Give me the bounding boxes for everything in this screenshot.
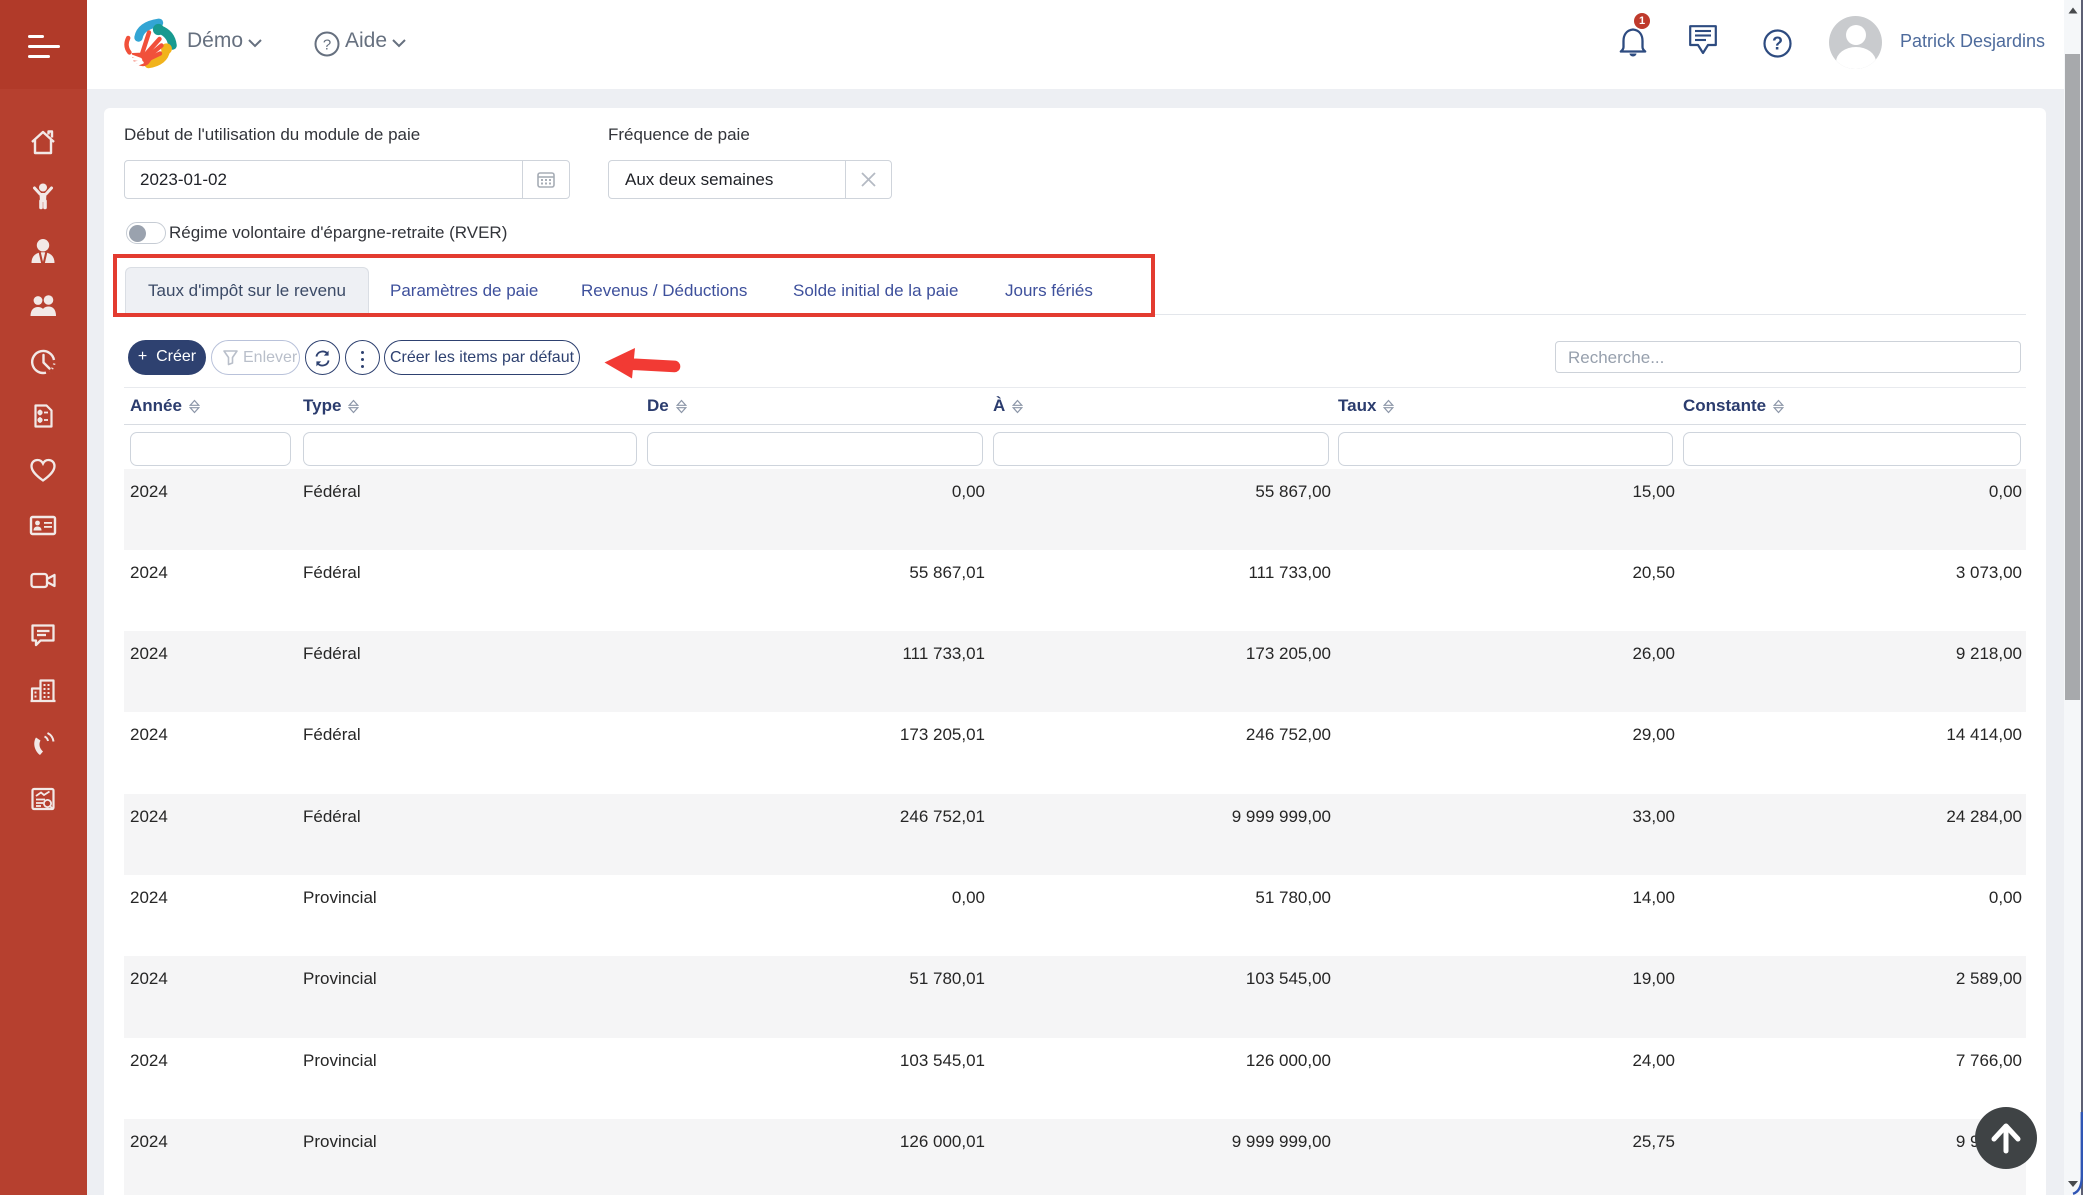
svg-text:?: ?	[1772, 34, 1783, 54]
svg-text:?: ?	[323, 37, 331, 54]
